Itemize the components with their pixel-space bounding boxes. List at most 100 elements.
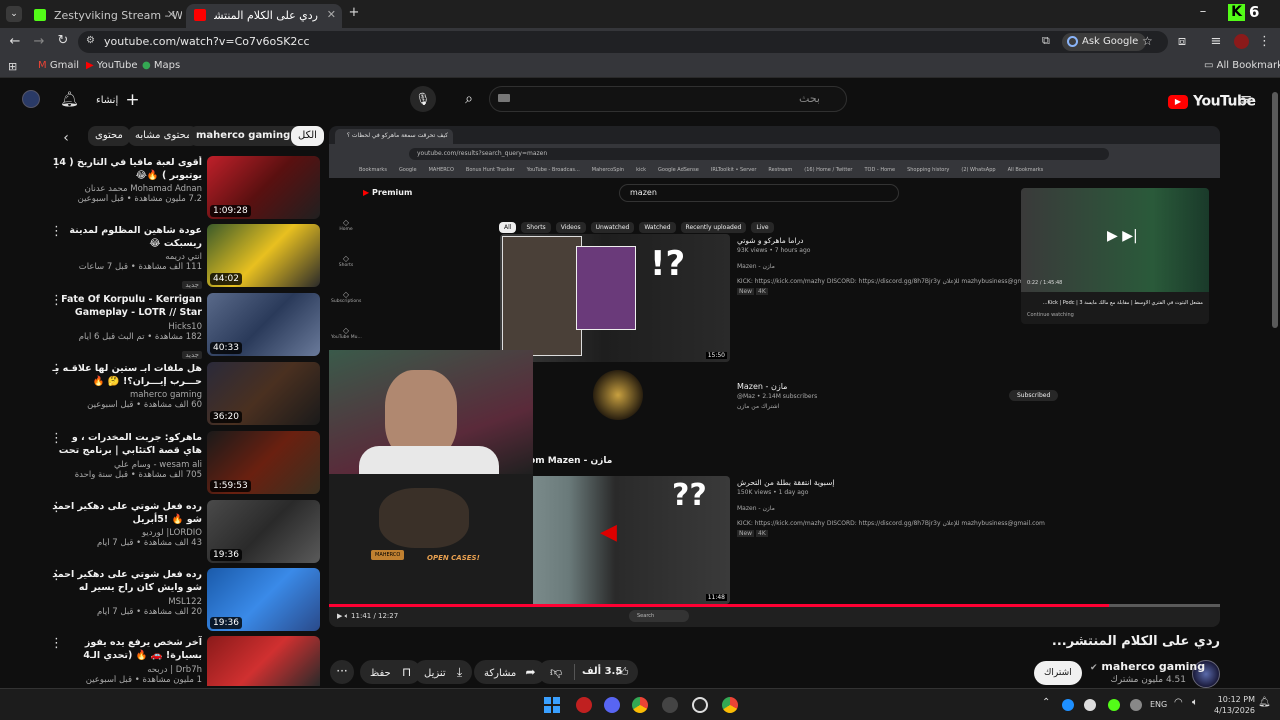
- close-tab-icon[interactable]: ✕: [327, 5, 336, 25]
- new-tab-button[interactable]: +: [346, 5, 362, 20]
- page-scrollbar[interactable]: [1272, 92, 1278, 328]
- related-video-item[interactable]: 19:36 رده فعل شوتي على دهكير احمد شو وايش…: [50, 568, 320, 632]
- related-video-item[interactable]: 1:09:28 أقوى لعبة مافيا في التاريخ ( 14 ي…: [50, 156, 320, 220]
- tray-app-icon[interactable]: [1062, 699, 1074, 711]
- tray-chevron-icon[interactable]: ⌃: [1042, 697, 1050, 708]
- bookmark-gmail[interactable]: M Gmail: [38, 60, 79, 71]
- related-video-item[interactable]: آخر شخص يرفع يده يفوز بسيارة! 🚗 🔥 (تحدي …: [50, 636, 320, 686]
- channel-name[interactable]: LORDIO| لوردیو: [50, 528, 202, 538]
- voice-search-button[interactable]: 🎙︎: [410, 86, 436, 112]
- tab-search-button[interactable]: ⌄: [6, 6, 22, 22]
- related-video-item[interactable]: 19:36 رده فعل شوتي على دهكير احمد شو 🔥 !5…: [50, 500, 320, 564]
- chrome-icon[interactable]: [722, 697, 738, 713]
- kick-extension-icon[interactable]: K: [1228, 4, 1245, 21]
- chip-related[interactable]: محتوى مشابه: [128, 126, 199, 146]
- wifi-icon[interactable]: ◠: [1174, 697, 1183, 708]
- bookmark-star-icon[interactable]: ☆: [1142, 34, 1153, 48]
- create-button[interactable]: إنشاء +: [96, 90, 140, 110]
- tab-zestyviking[interactable]: Zestyviking Stream - Watch Live ✕: [26, 4, 182, 28]
- video-thumbnail[interactable]: 36:20: [207, 362, 320, 425]
- video-thumbnail[interactable]: 40:33: [207, 293, 320, 356]
- site-info-icon[interactable]: ⚙: [86, 35, 95, 46]
- video-thumbnail[interactable]: 1:09:28: [207, 156, 320, 219]
- channel-name[interactable]: Drb7h | دربحه: [50, 665, 202, 675]
- download-button[interactable]: تنزيل ⤓: [414, 660, 473, 684]
- bookmark-youtube[interactable]: ▶ YouTube: [86, 60, 138, 71]
- inner-bookmark: MAHERCO: [428, 167, 454, 173]
- keyboard-icon[interactable]: [498, 94, 510, 102]
- dislike-icon[interactable]: 👎︎: [550, 660, 562, 684]
- volume-icon[interactable]: 🔈︎: [1192, 697, 1198, 708]
- tray-app-icon[interactable]: [1084, 699, 1096, 711]
- channel-name[interactable]: Hicks10: [50, 322, 202, 332]
- channel-name[interactable]: wesam ali - وسام علي: [50, 460, 202, 470]
- chrome-icon[interactable]: [632, 697, 648, 713]
- ask-google-button[interactable]: Ask Google: [1062, 33, 1147, 51]
- guide-menu-icon[interactable]: ≡: [1238, 90, 1254, 108]
- profile-avatar[interactable]: [1234, 34, 1249, 49]
- tab-youtube-video[interactable]: ردي على الكلام المنتشر - YouTube ✕: [186, 4, 342, 28]
- like-icon[interactable]: 👍︎: [616, 660, 629, 684]
- more-options-icon[interactable]: ⋮: [50, 293, 63, 308]
- menu-icon[interactable]: ⋮: [1258, 34, 1271, 49]
- save-button[interactable]: حفظ ⊓: [360, 660, 422, 684]
- more-options-icon[interactable]: ⋮: [50, 500, 63, 515]
- minimize-button[interactable]: –: [1196, 4, 1210, 19]
- maps-icon: ●: [142, 60, 151, 71]
- related-video-item[interactable]: 36:20 هل ملفات ابـ ستين لها علاقـه بـ حــ…: [50, 362, 320, 426]
- video-thumbnail[interactable]: 1:59:53: [207, 431, 320, 494]
- close-tab-icon[interactable]: ✕: [167, 5, 176, 25]
- related-video-item[interactable]: 44:02 عودة شاهين المظلوم لمدينة ريسبكت 😂 آ…: [50, 224, 320, 289]
- more-options-icon[interactable]: ⋮: [50, 431, 63, 446]
- tray-app-icon[interactable]: [1108, 699, 1120, 711]
- notifications-icon[interactable]: 🔔︎: [60, 90, 79, 108]
- taskbar-app-icon[interactable]: [662, 697, 678, 713]
- start-icon[interactable]: [544, 697, 560, 713]
- more-options-icon[interactable]: ⋮: [50, 156, 63, 171]
- apps-icon[interactable]: ⊞: [8, 60, 17, 73]
- install-app-icon[interactable]: ⧉: [1042, 34, 1050, 48]
- tray-app-icon[interactable]: [1130, 699, 1142, 711]
- channel-name[interactable]: آنتي دريمه: [50, 252, 202, 262]
- discord-icon[interactable]: [604, 697, 620, 713]
- channel-name[interactable]: MSL122: [50, 597, 202, 607]
- forward-icon[interactable]: →: [32, 34, 46, 49]
- back-icon[interactable]: ←: [8, 34, 22, 49]
- language-indicator[interactable]: ENG: [1150, 700, 1167, 709]
- reload-icon[interactable]: ↻: [56, 33, 70, 48]
- video-thumbnail[interactable]: 44:02: [207, 224, 320, 287]
- share-button[interactable]: مشاركة ➦: [474, 660, 546, 684]
- bookmark-maps[interactable]: ● Maps: [142, 60, 180, 71]
- video-thumbnail[interactable]: 19:36: [207, 500, 320, 563]
- taskbar-app-icon[interactable]: [576, 697, 592, 713]
- more-actions-button[interactable]: ···: [330, 660, 354, 684]
- channel-name[interactable]: ✔ maherco gaming: [1090, 660, 1205, 673]
- more-options-icon[interactable]: ⋮: [50, 362, 63, 377]
- channel-name[interactable]: maherco gaming: [50, 390, 202, 400]
- video-title: أقوى لعبة مافيا في التاريخ ( 14 يوتيوبر …: [52, 157, 202, 181]
- chip-more-content[interactable]: محتوى: [88, 126, 130, 146]
- more-options-icon[interactable]: ⋮: [50, 636, 63, 651]
- related-video-item[interactable]: 40:33 Fate Of Korpulu - Kerrigan Gameplay…: [50, 293, 320, 359]
- chip-all[interactable]: الكل: [291, 126, 324, 146]
- subscribe-button[interactable]: اشتراك: [1034, 661, 1082, 685]
- search-input[interactable]: بحث: [489, 86, 847, 112]
- related-video-item[interactable]: 1:59:53 ماهركو: جربت المخدرات ، و هاي قصة…: [50, 431, 320, 495]
- more-options-icon[interactable]: ⋮: [50, 568, 63, 583]
- extensions-icon[interactable]: ⧈: [1174, 34, 1190, 49]
- search-button[interactable]: ⌕: [456, 86, 482, 112]
- video-thumbnail[interactable]: [207, 636, 320, 686]
- taskbar-app-icon[interactable]: [692, 697, 708, 713]
- clock[interactable]: 10:12 PM 4/13/2026: [1214, 694, 1255, 716]
- notification-bell-icon[interactable]: 🔔︎: [1258, 697, 1271, 708]
- video-player[interactable]: كيف تحرقت سمعة ماهركو في لحظات ؟ youtube…: [329, 126, 1220, 627]
- all-bookmarks[interactable]: ▭ All Bookmarks: [1204, 60, 1280, 71]
- chips-scroll-left-icon[interactable]: ‹: [60, 130, 72, 146]
- address-bar[interactable]: ⚙ youtube.com/watch?v=Co7v6oSK2cc ⧉ Ask …: [78, 31, 1168, 53]
- account-avatar[interactable]: [22, 90, 40, 108]
- channel-name[interactable]: Mohamad Adnan محمد عدنان: [50, 184, 202, 194]
- inner-bookmark: (2) WhatsApp: [961, 167, 996, 173]
- more-options-icon[interactable]: ⋮: [50, 224, 63, 239]
- media-icon[interactable]: ≡: [1208, 34, 1224, 49]
- video-thumbnail[interactable]: 19:36: [207, 568, 320, 631]
